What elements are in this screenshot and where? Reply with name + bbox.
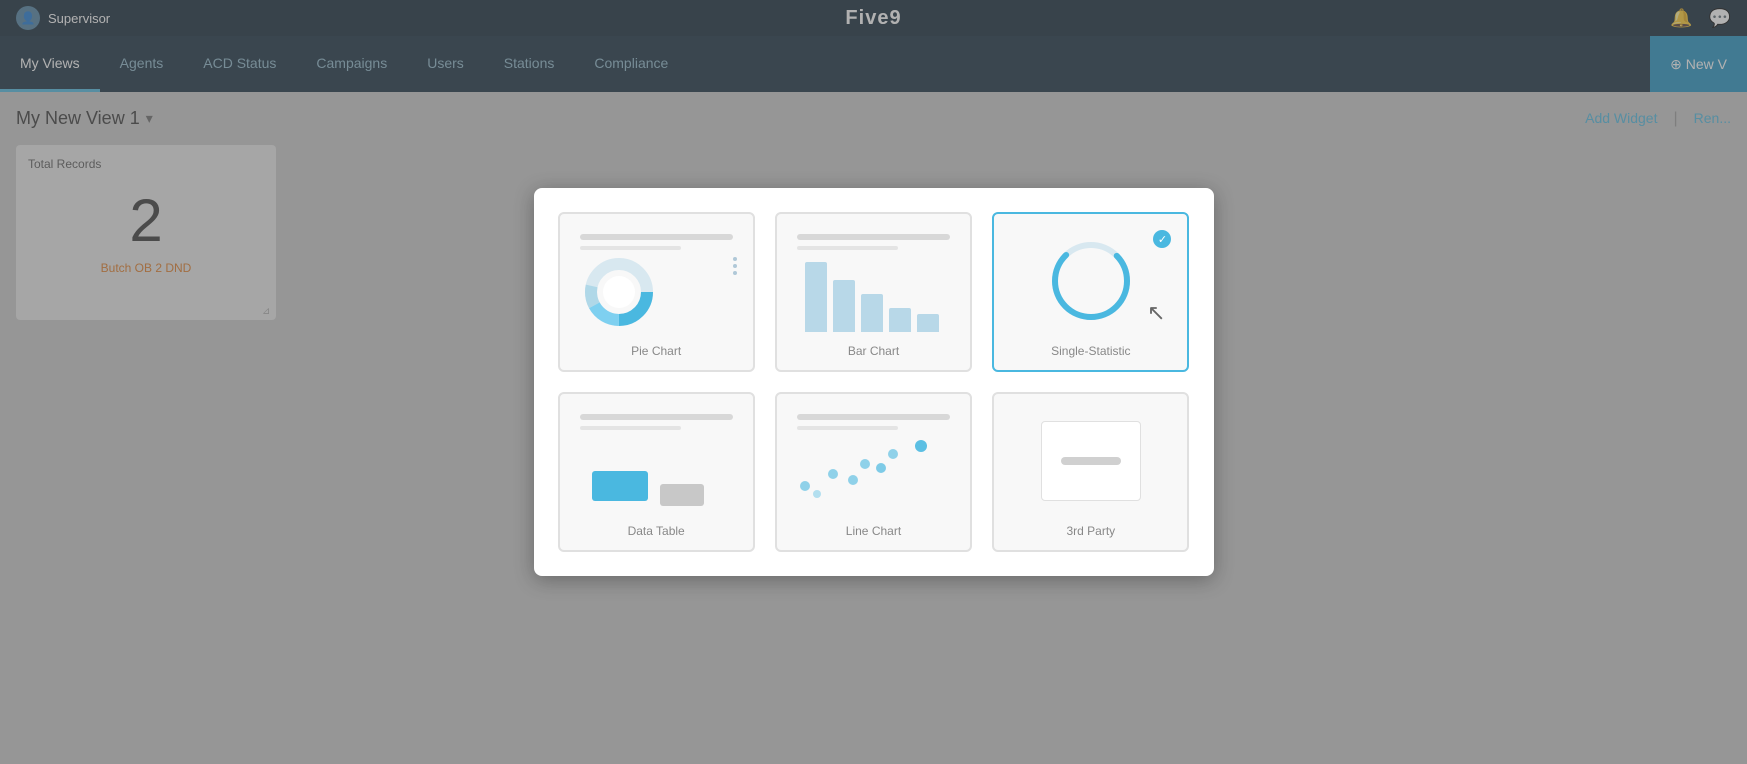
single-statistic-preview: ✓ ↖ bbox=[1006, 226, 1175, 336]
data-table-label: Data Table bbox=[572, 524, 741, 538]
selected-check-icon: ✓ bbox=[1153, 230, 1171, 248]
pie-chart-preview bbox=[572, 226, 741, 336]
widget-option-data-table[interactable]: Data Table bbox=[558, 392, 755, 552]
data-table-preview bbox=[572, 406, 741, 516]
bar-chart-label: Bar Chart bbox=[789, 344, 958, 358]
3rd-party-preview bbox=[1006, 406, 1175, 516]
widget-type-modal: Pie Chart bbox=[534, 188, 1214, 576]
pie-chart-label: Pie Chart bbox=[572, 344, 741, 358]
widget-option-bar-chart[interactable]: Bar Chart bbox=[775, 212, 972, 372]
3rd-party-label: 3rd Party bbox=[1006, 524, 1175, 538]
modal-overlay[interactable]: Pie Chart bbox=[0, 0, 1747, 764]
line-chart-preview bbox=[789, 406, 958, 516]
widget-option-line-chart[interactable]: Line Chart bbox=[775, 392, 972, 552]
widget-options-grid: Pie Chart bbox=[558, 212, 1190, 552]
widget-option-single-statistic[interactable]: ✓ ↖ Single-Statistic bbox=[992, 212, 1189, 372]
line-chart-label: Line Chart bbox=[789, 524, 958, 538]
single-statistic-label: Single-Statistic bbox=[1006, 344, 1175, 358]
bar-chart-preview bbox=[789, 226, 958, 336]
widget-option-pie-chart[interactable]: Pie Chart bbox=[558, 212, 755, 372]
widget-option-3rd-party[interactable]: 3rd Party bbox=[992, 392, 1189, 552]
